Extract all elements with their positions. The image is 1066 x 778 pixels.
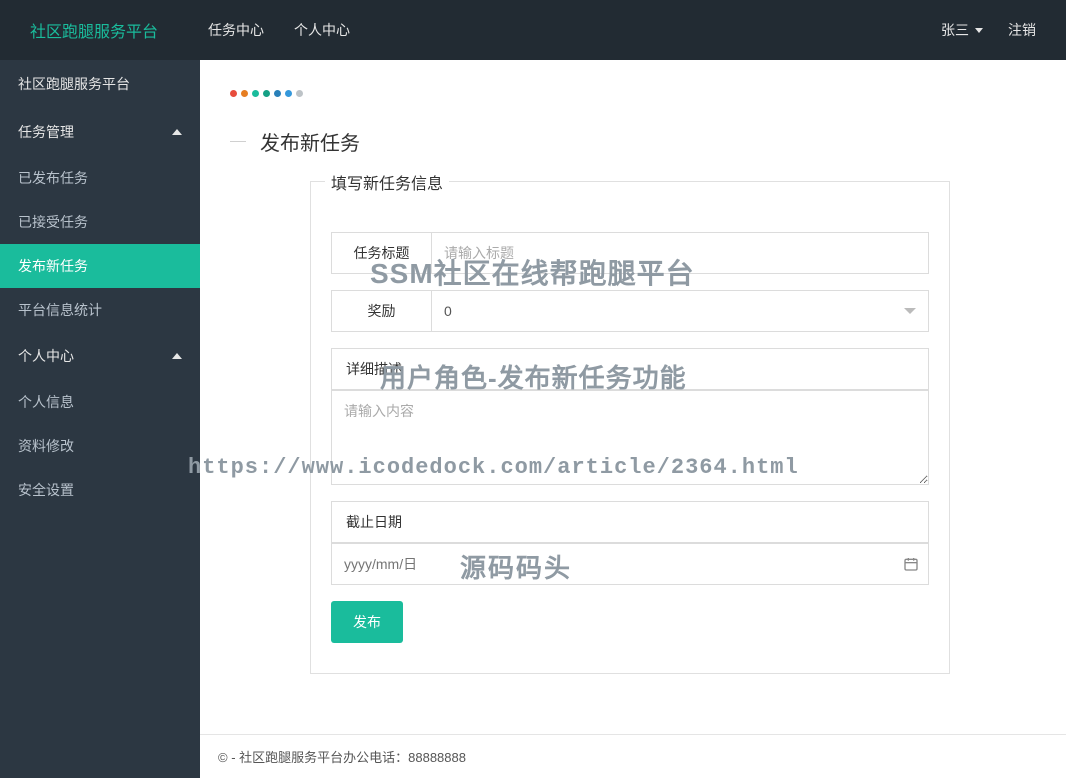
input-deadline[interactable]	[331, 543, 929, 585]
label-deadline: 截止日期	[331, 501, 929, 543]
sidebar: 社区跑腿服务平台 任务管理 已发布任务 已接受任务 发布新任务 平台信息统计 个…	[0, 60, 200, 778]
topbar: 社区跑腿服务平台 任务中心 个人中心 张三 注销	[0, 0, 1066, 60]
dot-icon	[296, 90, 303, 97]
sidebar-item-accepted[interactable]: 已接受任务	[0, 200, 200, 244]
calendar-icon[interactable]	[903, 556, 919, 572]
page-title: 发布新任务	[260, 127, 360, 156]
form-legend: 填写新任务信息	[325, 170, 449, 194]
row-desc-textarea	[331, 390, 929, 485]
dot-icon	[252, 90, 259, 97]
row-submit: 发布	[331, 601, 929, 643]
nav-task-center[interactable]: 任务中心	[208, 20, 264, 40]
sidebar-item-stats[interactable]: 平台信息统计	[0, 288, 200, 332]
row-desc-label: 详细描述	[331, 348, 929, 390]
submit-button[interactable]: 发布	[331, 601, 403, 643]
chevron-down-icon	[904, 308, 916, 314]
sidebar-group-personal[interactable]: 个人中心	[0, 332, 200, 380]
sidebar-title[interactable]: 社区跑腿服务平台	[0, 60, 200, 108]
dot-icon	[274, 90, 281, 97]
sidebar-item-published[interactable]: 已发布任务	[0, 156, 200, 200]
main-content: 发布新任务 填写新任务信息 任务标题 奖励 0	[200, 60, 1066, 778]
sidebar-item-new-task[interactable]: 发布新任务	[0, 244, 200, 288]
textarea-description[interactable]	[331, 390, 929, 485]
user-dropdown[interactable]: 张三	[941, 20, 983, 40]
dot-icon	[285, 90, 292, 97]
sidebar-group-task-label: 任务管理	[18, 122, 74, 142]
select-reward[interactable]: 0	[431, 290, 929, 332]
brand-title[interactable]: 社区跑腿服务平台	[30, 18, 158, 42]
top-nav: 任务中心 个人中心	[208, 20, 941, 40]
footer-text: © - 社区跑腿服务平台办公电话：88888888	[218, 750, 466, 765]
title-dash-icon	[230, 141, 246, 142]
caret-up-icon	[172, 353, 182, 359]
logout-link[interactable]: 注销	[1008, 20, 1036, 40]
sidebar-group-personal-label: 个人中心	[18, 346, 74, 366]
sidebar-item-edit-profile[interactable]: 资料修改	[0, 424, 200, 468]
form-fieldset: 填写新任务信息 任务标题 奖励 0 详细描述	[310, 181, 950, 674]
dot-icon	[263, 90, 270, 97]
label-description: 详细描述	[331, 348, 929, 390]
caret-down-icon	[975, 28, 983, 33]
user-name: 张三	[941, 20, 969, 40]
label-title: 任务标题	[331, 232, 431, 274]
sidebar-group-task[interactable]: 任务管理	[0, 108, 200, 156]
row-reward: 奖励 0	[331, 290, 929, 332]
select-reward-value: 0	[444, 303, 452, 319]
caret-up-icon	[172, 129, 182, 135]
label-reward: 奖励	[331, 290, 431, 332]
decorative-dots	[230, 90, 1036, 97]
page-title-row: 发布新任务	[230, 127, 1036, 156]
input-title[interactable]	[431, 232, 929, 274]
top-right: 张三 注销	[941, 20, 1036, 40]
row-deadline-input	[331, 543, 929, 585]
footer: © - 社区跑腿服务平台办公电话：88888888	[200, 734, 1066, 778]
row-deadline-label: 截止日期	[331, 501, 929, 543]
dot-icon	[241, 90, 248, 97]
dot-icon	[230, 90, 237, 97]
sidebar-item-profile[interactable]: 个人信息	[0, 380, 200, 424]
row-title: 任务标题	[331, 232, 929, 274]
nav-personal-center[interactable]: 个人中心	[294, 20, 350, 40]
sidebar-item-security[interactable]: 安全设置	[0, 468, 200, 512]
form-card: 填写新任务信息 任务标题 奖励 0 详细描述	[310, 181, 950, 674]
